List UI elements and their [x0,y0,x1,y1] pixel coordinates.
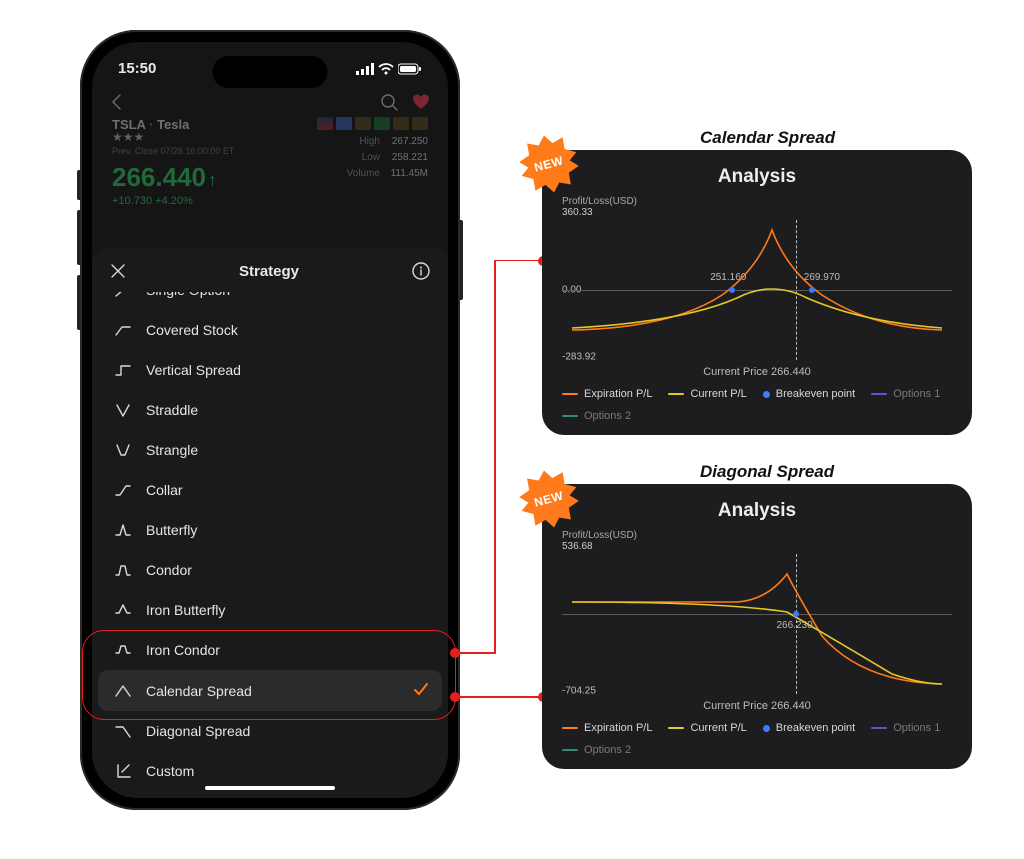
collar-up-icon [114,321,132,339]
legend-o2: Options 2 [584,744,631,756]
panel-title-diag: Diagonal Spread [700,462,834,482]
status-time: 15:50 [118,60,156,77]
legend-cur: Current P/L [690,388,746,400]
strategy-item-butterfly[interactable]: Butterfly [92,510,448,550]
info-icon[interactable] [412,262,430,280]
analysis-heading: Analysis [562,500,952,522]
strategy-item-straddle[interactable]: Straddle [92,390,448,430]
connector-line-cal [455,260,545,658]
legend-exp: Expiration P/L [584,388,652,400]
quote-block: TSLA · Tesla ★★★ Prev. Close 07/28 16:00… [92,117,448,217]
strategy-label: Straddle [146,402,198,418]
iron-peak-icon [114,601,132,619]
back-icon[interactable] [110,93,124,111]
chart-calendar: 0.00 -283.92 251.160 269.970 [562,220,952,360]
market-badges [317,117,428,130]
strategy-item-calendar-spread[interactable]: Calendar Spread [98,670,442,711]
heart-icon[interactable] [412,93,430,111]
y-max: 360.33 [562,207,952,218]
edit-icon [114,762,132,780]
strategy-item-vertical-spread[interactable]: Vertical Spread [92,350,448,390]
strategy-list: Single Option Covered Stock Vertical Spr… [92,292,448,798]
screen: 15:50 TSLA · Tesla [92,42,448,798]
strategy-item-collar[interactable]: Collar [92,470,448,510]
rating-stars: ★★★ [112,130,234,144]
strategy-label: Iron Condor [146,642,220,658]
caret-down-icon [114,722,132,740]
y-axis-label: Profit/Loss(USD) [562,530,952,541]
strategy-label: Single Option [146,292,230,298]
battery-icon [398,63,422,75]
wifi-icon [378,63,394,75]
u-icon [114,441,132,459]
strategy-label: Butterfly [146,522,197,538]
legend: Expiration P/L Current P/L Breakeven poi… [562,722,952,756]
strategy-label: Diagonal Spread [146,723,250,739]
phone-frame: 15:50 TSLA · Tesla [80,30,460,810]
strategy-item-diagonal-spread[interactable]: Diagonal Spread [92,711,448,751]
strategy-sheet: Strategy Single Option Covered Stock Ver… [92,248,448,798]
strategy-item-single-option[interactable]: Single Option [92,292,448,310]
caret-up-icon [114,682,132,700]
stage: { "statusbar":{"time":"15:50"}, "ticker"… [0,0,1024,859]
line-icon [114,292,132,299]
s-icon [114,481,132,499]
analysis-panel-diagonal: Analysis Profit/Loss(USD) 536.68 -704.25… [542,484,972,769]
strategy-label: Calendar Spread [146,683,252,699]
check-icon [412,680,430,701]
strategy-label: Strangle [146,442,198,458]
new-badge: NEW [515,465,582,532]
strategy-item-strangle[interactable]: Strangle [92,430,448,470]
current-price-label: Current Price 266.440 [562,700,952,712]
analysis-panel-calendar: Analysis Profit/Loss(USD) 360.33 0.00 -2… [542,150,972,435]
strategy-item-condor[interactable]: Condor [92,550,448,590]
strategy-item-iron-condor[interactable]: Iron Condor [92,630,448,670]
strategy-item-custom[interactable]: Custom [92,751,448,791]
search-icon[interactable] [380,93,398,111]
legend-exp: Expiration P/L [584,722,652,734]
ticker-name: Tesla [157,117,189,132]
dynamic-island [213,56,328,88]
strategy-label: Custom [146,763,194,779]
close-icon[interactable] [110,263,126,279]
cellular-icon [356,63,374,75]
y-max: 536.68 [562,541,952,552]
y-axis-label: Profit/Loss(USD) [562,196,952,207]
legend: Expiration P/L Current P/L Breakeven poi… [562,388,952,422]
legend-be: Breakeven point [776,388,856,400]
strategy-item-covered-stock[interactable]: Covered Stock [92,310,448,350]
strategy-label: Covered Stock [146,322,238,338]
peak-icon [114,521,132,539]
legend-cur: Current P/L [690,722,746,734]
chart-diagonal: -704.25 266.230 [562,554,952,694]
legend-o1: Options 1 [893,388,940,400]
analysis-heading: Analysis [562,166,952,188]
strategy-label: Condor [146,562,192,578]
strategy-label: Collar [146,482,183,498]
price: 266.440↑ [112,162,234,193]
legend-o2: Options 2 [584,410,631,422]
connector-line-diag [455,696,545,698]
v-icon [114,401,132,419]
quote-stats: High267.250 Low258.221 Volume111.45M [317,134,428,182]
status-indicators [356,63,422,75]
legend-be: Breakeven point [776,722,856,734]
strategy-item-iron-butterfly[interactable]: Iron Butterfly [92,590,448,630]
plateau-icon [114,561,132,579]
new-badge: NEW [515,130,582,197]
prev-close-line: Prev. Close 07/28 16:00:00 ET [112,146,234,156]
legend-o1: Options 1 [893,722,940,734]
strategy-label: Iron Butterfly [146,602,225,618]
step-icon [114,361,132,379]
price-change: +10.730 +4.20% [112,195,234,207]
home-indicator [205,786,335,790]
panel-title-cal: Calendar Spread [700,128,835,148]
iron-plateau-icon [114,641,132,659]
strategy-label: Vertical Spread [146,362,241,378]
sheet-title: Strategy [239,263,299,280]
current-price-label: Current Price 266.440 [562,366,952,378]
